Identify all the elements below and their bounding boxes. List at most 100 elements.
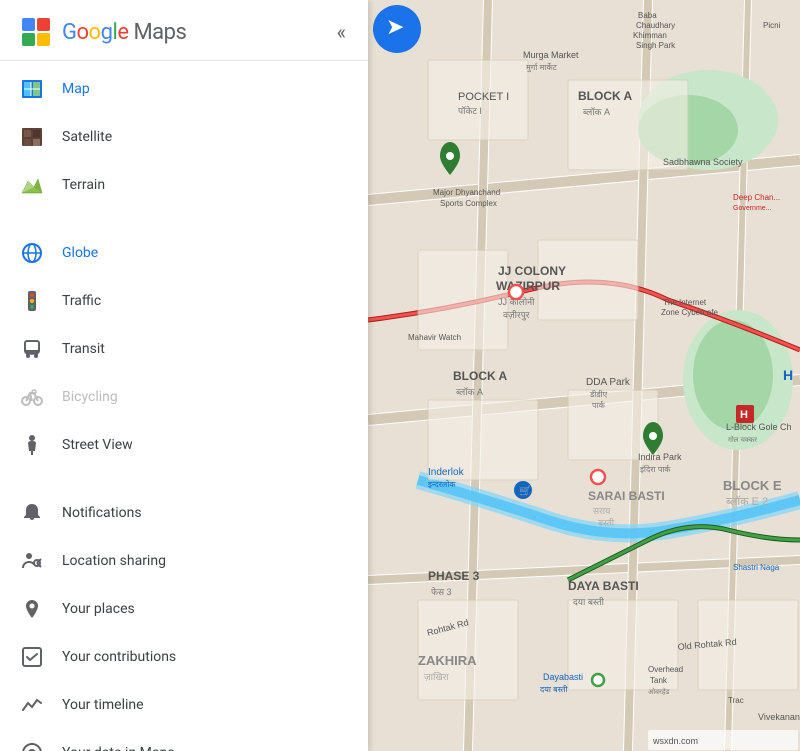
collapse-button[interactable]: « [333, 16, 350, 48]
svg-text:Shastri Naga: Shastri Naga [733, 563, 780, 572]
map-view-traffic-label: Traffic [62, 293, 101, 309]
transit-icon [18, 335, 46, 363]
your-contributions-label: Your contributions [62, 649, 176, 665]
your-contributions-icon [18, 643, 46, 671]
svg-text:ब्लॉक E 2: ब्लॉक E 2 [726, 495, 768, 508]
svg-text:Murga Market: Murga Market [523, 50, 579, 60]
svg-text:BLOCK A: BLOCK A [453, 369, 508, 383]
location-sharing-icon [18, 547, 46, 575]
svg-text:डीडीए: डीडीए [589, 389, 608, 399]
map-view-street-view-label: Street View [62, 437, 133, 453]
svg-text:सराय: सराय [593, 506, 611, 516]
sidebar-header: Google Maps « [0, 0, 368, 61]
svg-text:बस्ती: बस्ती [598, 517, 615, 528]
location-sharing-label: Location sharing [62, 553, 166, 569]
svg-text:फेस 3: फेस 3 [431, 586, 452, 597]
svg-text:L-Block Gole Ch: L-Block Gole Ch [726, 422, 792, 432]
svg-text:Khimman: Khimman [633, 31, 667, 40]
map-type-satellite[interactable]: Satellite [0, 113, 368, 161]
map-view-globe[interactable]: Globe [0, 229, 368, 277]
map-views-section: Globe Traffic [0, 225, 368, 473]
logo-area: Google Maps [18, 14, 186, 50]
google-maps-logo-icon [18, 14, 54, 50]
map-type-satellite-label: Satellite [62, 129, 112, 145]
map-canvas: POCKET I पॉकेट I BLOCK A ब्लॉक A Sadbhaw… [368, 0, 800, 751]
svg-text:दया बस्ती: दया बस्ती [573, 596, 605, 607]
svg-text:Sports Complex: Sports Complex [440, 199, 497, 208]
svg-text:ZAKHIRA: ZAKHIRA [418, 653, 477, 668]
svg-text:WAZIRPUR: WAZIRPUR [496, 279, 560, 293]
svg-text:मुर्गा मार्केट: मुर्गा मार्केट [526, 62, 558, 73]
notifications-icon [18, 499, 46, 527]
map-view-transit[interactable]: Transit [0, 325, 368, 373]
your-contributions-item[interactable]: Your contributions [0, 633, 368, 681]
your-timeline-item[interactable]: Your timeline [0, 681, 368, 729]
svg-text:पॉकेट I: पॉकेट I [458, 105, 482, 116]
svg-text:दया बस्ती: दया बस्ती [540, 684, 568, 694]
svg-text:Tank: Tank [650, 676, 668, 685]
map-view-street-view[interactable]: Street View [0, 421, 368, 469]
logo-text: Google Maps [62, 20, 186, 45]
notifications-label: Notifications [62, 505, 142, 521]
svg-text:Dayabasti: Dayabasti [543, 672, 583, 682]
svg-text:Vivekanand: Vivekanand [758, 712, 800, 722]
map-types-section: Map Satellite [0, 61, 368, 213]
notifications-item[interactable]: Notifications [0, 489, 368, 537]
svg-text:Trac: Trac [728, 696, 744, 705]
bicycling-icon [18, 383, 46, 411]
svg-text:Major Dhyanchand: Major Dhyanchand [433, 188, 500, 197]
svg-text:इंदिरा पार्क: इंदिरा पार्क [640, 464, 671, 474]
svg-text:Baba: Baba [638, 11, 657, 20]
svg-text:Governme...: Governme... [733, 205, 772, 212]
map-type-map[interactable]: Map [0, 65, 368, 113]
svg-text:Chaudhary: Chaudhary [636, 21, 675, 30]
svg-text:Sadbhawna Society: Sadbhawna Society [663, 157, 743, 167]
svg-text:H: H [783, 367, 793, 383]
your-timeline-label: Your timeline [62, 697, 144, 713]
your-places-item[interactable]: Your places [0, 585, 368, 633]
account-section: Notifications Location sharing [0, 485, 368, 751]
svg-text:Deep Chan...: Deep Chan... [733, 193, 780, 202]
map-type-terrain[interactable]: Terrain [0, 161, 368, 209]
svg-text:H: H [740, 409, 748, 421]
svg-text:DDA Park: DDA Park [586, 377, 631, 388]
svg-text:SARAI BASTI: SARAI BASTI [588, 489, 665, 503]
location-sharing-item[interactable]: Location sharing [0, 537, 368, 585]
svg-text:ब्लॉक A: ब्लॉक A [456, 387, 483, 397]
svg-text:wsxdn.com: wsxdn.com [652, 736, 698, 746]
svg-text:Indira Park: Indira Park [638, 452, 682, 462]
svg-text:Zone Cybercafe: Zone Cybercafe [661, 308, 718, 317]
satellite-icon [18, 123, 46, 151]
map-view-transit-label: Transit [62, 341, 105, 357]
map-view-bicycling[interactable]: Bicycling [0, 373, 368, 421]
svg-text:DAYA BASTI: DAYA BASTI [568, 579, 639, 593]
svg-text:ओवरहेड: ओवरहेड [648, 687, 670, 696]
your-places-label: Your places [62, 601, 135, 617]
svg-text:POCKET I: POCKET I [458, 91, 509, 103]
map-view-bicycling-label: Bicycling [62, 389, 118, 405]
svg-text:ब्लॉक A: ब्लॉक A [583, 107, 610, 117]
map-type-terrain-label: Terrain [62, 177, 105, 193]
your-data-label: Your data in Maps [62, 745, 175, 751]
svg-text:BLOCK E: BLOCK E [723, 478, 782, 493]
sidebar: Google Maps « Map [0, 0, 368, 751]
your-data-item[interactable]: Your data in Maps [0, 729, 368, 751]
svg-text:Mahavir Watch: Mahavir Watch [408, 333, 461, 342]
street-view-icon [18, 431, 46, 459]
svg-text:The Internet: The Internet [663, 298, 707, 307]
svg-text:इन्दरलोक: इन्दरलोक [428, 479, 456, 489]
svg-text:🛒: 🛒 [519, 484, 531, 497]
svg-text:➤: ➤ [386, 14, 404, 39]
map-area[interactable]: POCKET I पॉकेट I BLOCK A ब्लॉक A Sadbhaw… [368, 0, 800, 751]
traffic-icon [18, 287, 46, 315]
svg-text:JJ COLONY: JJ COLONY [498, 264, 566, 278]
map-view-traffic[interactable]: Traffic [0, 277, 368, 325]
globe-icon [18, 239, 46, 267]
svg-text:पार्क: पार्क [592, 400, 606, 410]
svg-text:वज़ीरपुर: वज़ीरपुर [503, 309, 530, 321]
your-timeline-icon [18, 691, 46, 719]
svg-text:Picni: Picni [763, 21, 781, 30]
map-icon [18, 75, 46, 103]
svg-text:Inderlok: Inderlok [428, 467, 465, 478]
svg-text:Singh Park: Singh Park [636, 41, 676, 50]
